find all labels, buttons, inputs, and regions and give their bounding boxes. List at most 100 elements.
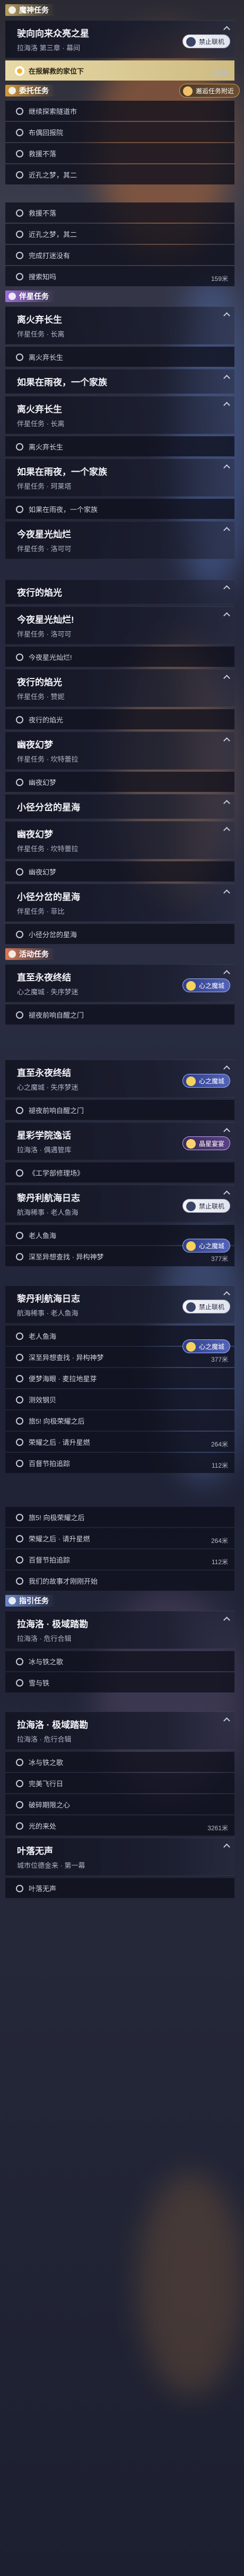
quest-step-label: 冰与铁之歌 xyxy=(29,1657,64,1666)
quest-title: 今夜星光灿烂! xyxy=(17,615,74,625)
quest-step[interactable]: 荣耀之后 · 请升星燃 264米 xyxy=(5,1432,234,1452)
quest-step-label: 《工学部修理场》 xyxy=(29,1169,84,1177)
quest-step[interactable]: 救援不落 xyxy=(5,202,234,223)
distance-label: 264米 xyxy=(211,1537,228,1545)
quest-step[interactable]: 破碎期限之心 xyxy=(5,1794,234,1814)
section-header-world[interactable]: 委托任务 邂逅任务附近 xyxy=(0,84,244,98)
quest-step[interactable]: 继续探索隧道市 xyxy=(5,101,234,121)
quest-card[interactable]: 拉海洛 · 极域踏勘 拉海洛 · 危行合辑 xyxy=(5,1712,234,1750)
quest-step-label: 破碎期限之心 xyxy=(29,1801,71,1809)
quest-step[interactable]: 雪与铁 xyxy=(5,1672,234,1692)
quest-title: 小径分岔的星海 xyxy=(17,802,80,813)
quest-step[interactable]: 便梦海眼 · 麦拉地星芽 xyxy=(5,1368,234,1388)
quest-step-label: 离火弃长生 xyxy=(29,443,64,451)
distance-label: 112米 xyxy=(211,1558,228,1566)
quest-step[interactable]: 幽夜幻梦 xyxy=(5,772,234,792)
quest-card[interactable]: 幽夜幻梦 伴星任务 · 坎特蕾拉 xyxy=(5,731,234,770)
quest-step-label: 深至异想查找 · 异构神梦 xyxy=(29,1252,104,1261)
quest-title: 夜行的焰光 xyxy=(17,677,62,687)
quest-step[interactable]: 夜行的焰光 xyxy=(5,709,234,729)
quest-card[interactable]: 今夜星光灿烂 伴星任务 · 洛可可 xyxy=(5,521,234,559)
quest-step[interactable]: 深至异想查找 · 异构神梦 377米 心之魔城 xyxy=(5,1339,234,1367)
quest-card[interactable]: 星彩学院逸话 拉海洛 · 偶遇管库 晶星宴宴 xyxy=(5,1122,234,1160)
quest-step[interactable]: 离火弃长生 xyxy=(5,436,234,456)
quest-step[interactable]: 褪夜前响自醒之门 xyxy=(5,1004,234,1025)
quest-step[interactable]: 离火弃长生 xyxy=(5,347,234,367)
quest-card[interactable]: 直至永夜终结 心之魔城 · 失序梦迷 心之魔城 xyxy=(5,964,234,1002)
npc-nearby-badge: 邂逅任务附近 xyxy=(179,84,240,98)
quest-step[interactable]: 布偶回报院 xyxy=(5,122,234,142)
quest-step[interactable]: 荣耀之后 · 请升星燃 264米 xyxy=(5,1528,234,1548)
quest-step-label: 近孔之梦，其二 xyxy=(29,230,77,239)
quest-card[interactable]: 幽夜幻梦 伴星任务 · 坎特蕾拉 xyxy=(5,821,234,859)
quest-card[interactable]: 离火弃长生 伴星任务 · 长离 xyxy=(5,396,234,434)
quest-step[interactable]: 褪夜前响自醒之门 xyxy=(5,1100,234,1120)
quest-card[interactable]: 离火弃长生 伴星任务 · 长离 xyxy=(5,306,234,345)
quest-step[interactable]: 在报解救的家位下 235米 xyxy=(5,60,234,81)
quest-step-label: 老人鱼海 xyxy=(29,1332,57,1340)
quest-step[interactable]: 《工学部修理场》 xyxy=(5,1162,234,1183)
quest-step-label: 搜索知吗 xyxy=(29,272,57,281)
quest-step[interactable]: 旅5! 向极荣耀之后 xyxy=(5,1410,234,1431)
quest-step[interactable]: 小径分岔的星海 xyxy=(5,924,234,944)
quest-step[interactable]: 百督节拍追踪 112米 xyxy=(5,1549,234,1569)
quest-step[interactable]: 深至异想查找 · 异构神梦 377米 心之魔城 xyxy=(5,1239,234,1266)
quest-step[interactable]: 完成打迷没有 xyxy=(5,245,234,265)
quest-step[interactable]: 如果在雨夜，一个家族 xyxy=(5,499,234,519)
quest-step-label: 小径分岔的星海 xyxy=(29,930,77,939)
quest-step[interactable]: 我们的故事才刚刚开始 xyxy=(5,1571,234,1591)
quest-card[interactable]: 今夜星光灿烂! 伴星任务 · 洛可可 xyxy=(5,606,234,645)
quest-step[interactable]: 测效钢贝 xyxy=(5,1389,234,1409)
quest-card[interactable]: 拉海洛 · 极域踏勘 拉海洛 · 危行合辑 xyxy=(5,1611,234,1649)
quest-title: 如果在雨夜，一个家族 xyxy=(17,377,107,387)
quest-card[interactable]: 直至永夜终结 心之魔城 · 失序梦迷 心之魔城 xyxy=(5,1060,234,1098)
section-header-guide[interactable]: 指引任务 xyxy=(0,1594,244,1608)
section-icon xyxy=(8,293,16,300)
section-icon xyxy=(8,950,16,958)
heart-event-badge: 心之魔城 xyxy=(182,1074,230,1088)
quest-card[interactable]: 如果在雨夜，一个家族 伴星任务 · 珂莱塔 xyxy=(5,458,234,497)
section-header-event[interactable]: 活动任务 xyxy=(0,947,244,961)
section-header-main[interactable]: 魔神任务 xyxy=(0,3,244,17)
quest-step-label: 救援不落 xyxy=(29,209,57,217)
quest-title: 幽夜幻梦 xyxy=(17,740,53,750)
quest-card[interactable]: 小径分岔的星海 xyxy=(5,794,234,819)
quest-card[interactable]: 小径分岔的星海 伴星任务 · 菲比 xyxy=(5,884,234,922)
distance-label: 159米 xyxy=(211,275,228,283)
quest-card[interactable]: 驶向向来众亮之星 拉海洛 第三章 · 幕间 禁止联机 xyxy=(5,20,234,58)
quest-step[interactable]: 完美飞行日 xyxy=(5,1773,234,1793)
section-header-companion[interactable]: 伴星任务 xyxy=(0,289,244,303)
section-icon xyxy=(8,87,16,94)
quest-card[interactable]: 叶落无声 城市位德金来 · 第一幕 xyxy=(5,1838,234,1876)
quest-title: 叶落无声 xyxy=(17,1846,53,1856)
quest-subtitle: 伴星任务 · 赞妮 xyxy=(17,693,65,701)
quest-card[interactable]: 夜行的焰光伴星任务 · 赞妮 xyxy=(5,669,234,707)
quest-step-label: 褪夜前响自醒之门 xyxy=(29,1011,84,1019)
quest-step[interactable]: 救援不落 xyxy=(5,143,234,163)
quest-step[interactable]: 近孔之梦，其二 xyxy=(5,164,234,184)
quest-card[interactable]: 如果在雨夜，一个家族 xyxy=(5,369,234,394)
quest-step[interactable]: 今夜星光灿烂! xyxy=(5,647,234,667)
quest-step[interactable]: 冰与铁之歌 xyxy=(5,1752,234,1772)
background-scenery xyxy=(138,2173,244,2396)
quest-step-label: 便梦海眼 · 麦拉地星芽 xyxy=(29,1374,97,1383)
quest-step-label: 幽夜幻梦 xyxy=(29,868,57,876)
quest-title: 拉海洛 · 极域踏勘 xyxy=(17,1619,89,1629)
quest-subtitle: 伴星任务 · 珂莱塔 xyxy=(17,482,72,490)
quest-step[interactable]: 近孔之梦，其二 xyxy=(5,224,234,244)
quest-card[interactable]: 黎丹利航海日志 航海稀事 · 老人鱼海 禁止联机 xyxy=(5,1285,234,1324)
quest-card[interactable]: 夜行的焰光 xyxy=(5,579,234,604)
section-label: 指引任务 xyxy=(19,1596,49,1605)
quest-step-label: 在报解救的家位下 xyxy=(29,67,84,75)
distance-label: 235米 xyxy=(211,69,228,77)
quest-step[interactable]: 幽夜幻梦 xyxy=(5,861,234,881)
quest-step[interactable]: 旅5! 向极荣耀之后 xyxy=(5,1507,234,1527)
quest-step[interactable]: 百督节拍追踪 112米 xyxy=(5,1453,234,1473)
quest-step[interactable]: 叶落无声 xyxy=(5,1878,234,1898)
quest-step[interactable]: 搜索知吗 159米 xyxy=(5,266,234,286)
quest-step[interactable]: 光的来处 3261米 xyxy=(5,1815,234,1836)
section-label: 伴星任务 xyxy=(19,292,49,301)
quest-card[interactable]: 黎丹利航海日志 航海稀事 · 老人鱼海 禁止联机 xyxy=(5,1185,234,1223)
quest-list: 魔神任务驶向向来众亮之星 拉海洛 第三章 · 幕间 禁止联机在报解救的家位下 235米… xyxy=(0,0,244,1899)
quest-step[interactable]: 冰与铁之歌 xyxy=(5,1651,234,1671)
